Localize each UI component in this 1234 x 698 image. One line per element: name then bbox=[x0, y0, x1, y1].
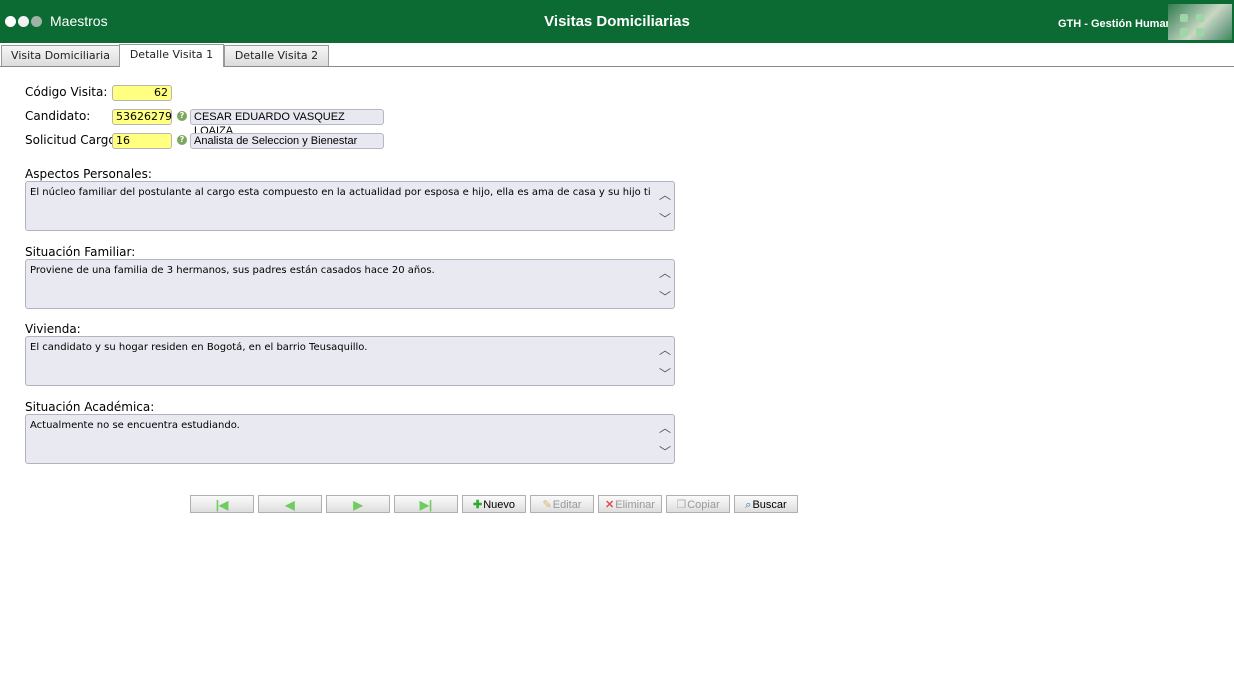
person-icon bbox=[1180, 14, 1188, 22]
textarea-content: El candidato y su hogar residen en Bogot… bbox=[30, 342, 368, 353]
aspectos-personales-textarea[interactable]: El núcleo familiar del postulante al car… bbox=[25, 181, 675, 231]
textarea-content: El núcleo familiar del postulante al car… bbox=[30, 187, 650, 198]
nuevo-button[interactable]: ✚Nuevo bbox=[462, 495, 526, 513]
solicitud-cargo-input[interactable]: 16 bbox=[112, 133, 172, 149]
situacion-familiar-textarea[interactable]: Proviene de una familia de 3 hermanos, s… bbox=[25, 259, 675, 309]
person-icon bbox=[1196, 28, 1204, 36]
solicitud-cargo-desc-field: Analista de Seleccion y Bienestar bbox=[190, 133, 384, 149]
codigo-visita-label: Código Visita: bbox=[25, 85, 108, 99]
pencil-icon: ✎ bbox=[542, 499, 552, 511]
scroll-down-icon[interactable]: ﹀ bbox=[658, 367, 672, 381]
plus-icon: ✚ bbox=[472, 499, 483, 511]
first-record-button[interactable]: |◀ bbox=[190, 495, 254, 513]
magnifier-icon: ⌕ bbox=[745, 499, 752, 511]
last-record-button[interactable]: ▶| bbox=[394, 495, 458, 513]
solicitud-cargo-label: Solicitud Cargo: bbox=[25, 133, 120, 147]
copy-icon: ❐ bbox=[676, 499, 687, 511]
eliminar-button[interactable]: ✕Eliminar bbox=[598, 495, 662, 513]
next-record-button[interactable]: ▶ bbox=[326, 495, 390, 513]
editar-label: Editar bbox=[552, 499, 582, 511]
help-icon[interactable]: ? bbox=[177, 135, 187, 145]
first-record-icon: |◀ bbox=[215, 498, 229, 512]
nuevo-label: Nuevo bbox=[483, 499, 515, 511]
aspectos-personales-label: Aspectos Personales: bbox=[25, 167, 152, 181]
next-record-icon: ▶ bbox=[353, 498, 363, 512]
app-brand: GTH - Gestión Humana bbox=[1058, 18, 1179, 30]
scroll-down-icon[interactable]: ﹀ bbox=[658, 290, 672, 304]
scroll-down-icon[interactable]: ﹀ bbox=[658, 445, 672, 459]
last-record-icon: ▶| bbox=[419, 498, 433, 512]
situacion-academica-label: Situación Académica: bbox=[25, 400, 155, 414]
situacion-academica-textarea[interactable]: Actualmente no se encuentra estudiando. … bbox=[25, 414, 675, 464]
candidato-name-field: CESAR EDUARDO VASQUEZ LOAIZA bbox=[190, 109, 384, 137]
candidato-label: Candidato: bbox=[25, 109, 91, 123]
brand-graphic bbox=[1168, 4, 1232, 40]
codigo-visita-input[interactable]: 62 bbox=[112, 85, 172, 101]
buscar-label: Buscar bbox=[752, 499, 787, 511]
tab-visita-domiciliaria[interactable]: Visita Domiciliaria bbox=[1, 45, 120, 66]
scroll-down-icon[interactable]: ﹀ bbox=[658, 212, 672, 226]
candidato-id-input[interactable]: 53626279 bbox=[112, 109, 172, 125]
person-icon bbox=[1196, 14, 1204, 22]
copiar-label: Copiar bbox=[687, 499, 720, 511]
tab-detalle-visita-2[interactable]: Detalle Visita 2 bbox=[224, 45, 329, 66]
editar-button[interactable]: ✎Editar bbox=[530, 495, 594, 513]
eliminar-label: Eliminar bbox=[615, 499, 655, 511]
tab-detalle-visita-1[interactable]: Detalle Visita 1 bbox=[119, 44, 224, 67]
person-icon bbox=[1180, 28, 1188, 36]
help-icon[interactable]: ? bbox=[177, 111, 187, 121]
textarea-content: Actualmente no se encuentra estudiando. bbox=[30, 420, 240, 431]
scroll-up-icon[interactable]: ︿ bbox=[658, 421, 672, 435]
vivienda-label: Vivienda: bbox=[25, 322, 81, 336]
scroll-up-icon[interactable]: ︿ bbox=[658, 343, 672, 357]
app-header: Maestros Visitas Domiciliarias GTH - Ges… bbox=[0, 0, 1234, 43]
scroll-up-icon[interactable]: ︿ bbox=[658, 188, 672, 202]
situacion-familiar-label: Situación Familiar: bbox=[25, 245, 136, 259]
copiar-button[interactable]: ❐Copiar bbox=[666, 495, 730, 513]
textarea-content: Proviene de una familia de 3 hermanos, s… bbox=[30, 265, 435, 276]
page-title: Visitas Domiciliarias bbox=[544, 13, 690, 30]
scroll-up-icon[interactable]: ︿ bbox=[658, 266, 672, 280]
vivienda-textarea[interactable]: El candidato y su hogar residen en Bogot… bbox=[25, 336, 675, 386]
tab-bar: Visita Domiciliaria Detalle Visita 1 Det… bbox=[0, 43, 1234, 67]
prev-record-button[interactable]: ◀ bbox=[258, 495, 322, 513]
buscar-button[interactable]: ⌕Buscar bbox=[734, 495, 798, 513]
prev-record-icon: ◀ bbox=[285, 498, 295, 512]
x-icon: ✕ bbox=[605, 499, 615, 511]
